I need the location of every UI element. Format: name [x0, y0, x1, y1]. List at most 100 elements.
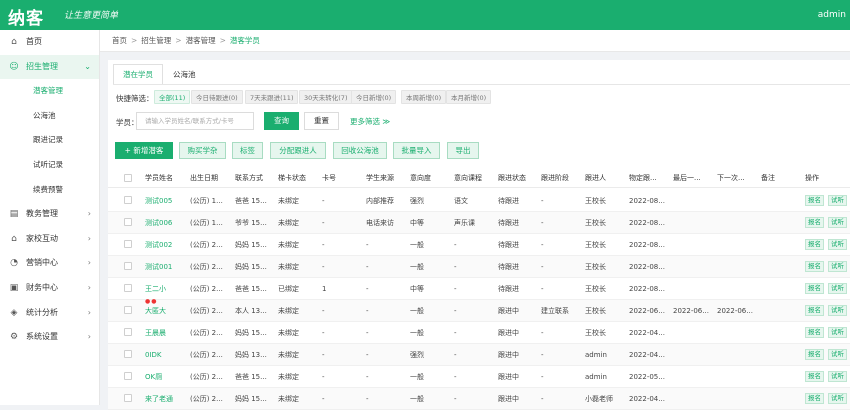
- trial-button[interactable]: 试听: [828, 349, 847, 360]
- trial-button[interactable]: 试听: [828, 217, 847, 228]
- trial-button[interactable]: 试听: [828, 305, 847, 316]
- breadcrumb-item[interactable]: 招生管理: [141, 36, 171, 45]
- select-all-checkbox[interactable]: [124, 174, 132, 182]
- action-button-2[interactable]: 标签: [232, 142, 263, 159]
- enroll-button[interactable]: 报名: [805, 349, 824, 360]
- trial-button[interactable]: 试听: [828, 327, 847, 338]
- user-menu[interactable]: admin: [818, 10, 846, 20]
- sidebar-subitem-1[interactable]: 公海池: [0, 104, 99, 129]
- action-button-6[interactable]: 导出: [447, 142, 479, 159]
- table-cell: -: [454, 351, 457, 359]
- breadcrumb-item[interactable]: 潜客管理: [186, 36, 216, 45]
- enroll-button[interactable]: 报名: [805, 261, 824, 272]
- enroll-button[interactable]: 报名: [805, 239, 824, 250]
- column-header[interactable]: 学生来源: [366, 172, 394, 184]
- action-button-3[interactable]: 分配跟进人: [270, 142, 326, 159]
- sidebar-item-label: 系统设置: [26, 332, 58, 342]
- sidebar-subitem-2[interactable]: 跟进记录: [0, 128, 99, 153]
- student-name-link[interactable]: 0IDK: [145, 349, 162, 361]
- trial-button[interactable]: 试听: [828, 393, 847, 404]
- column-header[interactable]: 出生日期: [190, 172, 218, 184]
- breadcrumb-item[interactable]: 首页: [112, 36, 127, 45]
- enroll-button[interactable]: 报名: [805, 305, 824, 316]
- column-header[interactable]: 意向度: [410, 172, 431, 184]
- sidebar-item-5[interactable]: ▣ 财务中心 ›: [0, 276, 99, 301]
- enroll-button[interactable]: 报名: [805, 393, 824, 404]
- student-name-link[interactable]: 王二小: [145, 283, 166, 295]
- sidebar-item-3[interactable]: ⌂ 家校互动 ›: [0, 227, 99, 252]
- row-checkbox[interactable]: [124, 262, 132, 270]
- table-cell: (公历) 2...: [190, 395, 223, 403]
- row-checkbox[interactable]: [124, 350, 132, 358]
- quick-filter-chip[interactable]: 今日新增(0): [351, 90, 397, 104]
- column-header[interactable]: 最后一...: [673, 172, 701, 184]
- quick-filter-chip[interactable]: 今日待跟进(0): [191, 90, 243, 104]
- sidebar-item-1[interactable]: ☺ 招生管理 ⌄: [0, 54, 99, 80]
- column-header[interactable]: 操作: [805, 172, 819, 184]
- action-button-1[interactable]: 购买学杂: [179, 142, 226, 159]
- column-header[interactable]: 物定跟...: [629, 172, 657, 184]
- row-checkbox[interactable]: [124, 284, 132, 292]
- sidebar-subitem-4[interactable]: 续费预警: [0, 178, 99, 203]
- sidebar-item-2[interactable]: ▤ 教务管理 ›: [0, 202, 99, 227]
- tab-0[interactable]: 潜在学员: [113, 64, 163, 84]
- action-button-0[interactable]: + 新增潜客: [115, 142, 173, 159]
- row-checkbox[interactable]: [124, 372, 132, 380]
- more-filters-link[interactable]: 更多筛选 ≫: [350, 116, 390, 128]
- search-input[interactable]: 请输入学员姓名/联系方式/卡号: [136, 112, 254, 130]
- student-name-link[interactable]: 测试002: [145, 239, 172, 251]
- enroll-button[interactable]: 报名: [805, 327, 824, 338]
- column-header[interactable]: 学员姓名: [145, 172, 173, 184]
- trial-button[interactable]: 试听: [828, 283, 847, 294]
- sidebar-subitem-3[interactable]: 试听记录: [0, 153, 99, 178]
- student-name-link[interactable]: 王晨晨: [145, 327, 166, 339]
- column-header[interactable]: 跟进人: [585, 172, 606, 184]
- sidebar-item-4[interactable]: ◔ 营销中心 ›: [0, 251, 99, 276]
- sidebar-subitem-0[interactable]: 潜客管理: [0, 79, 99, 104]
- enroll-button[interactable]: 报名: [805, 371, 824, 382]
- column-header[interactable]: 跟进阶段: [541, 172, 569, 184]
- tab-1[interactable]: 公海池: [163, 64, 206, 84]
- trial-button[interactable]: 试听: [828, 239, 847, 250]
- column-header[interactable]: 跟进状态: [498, 172, 526, 184]
- trial-button[interactable]: 试听: [828, 371, 847, 382]
- student-name-link[interactable]: 测试006: [145, 217, 172, 229]
- row-checkbox[interactable]: [124, 240, 132, 248]
- app-logo[interactable]: 纳客: [8, 4, 44, 29]
- student-name-link[interactable]: 大匿大: [145, 305, 166, 317]
- table-cell: -: [541, 351, 544, 359]
- student-name-link[interactable]: 测试005: [145, 195, 172, 207]
- sidebar-item-7[interactable]: ⚙ 系统设置 ›: [0, 325, 99, 350]
- quick-filter-chip[interactable]: 本月新增(0): [446, 90, 492, 104]
- enroll-button[interactable]: 报名: [805, 217, 824, 228]
- student-name-link[interactable]: 测试001: [145, 261, 172, 273]
- column-header[interactable]: 卡号: [322, 172, 336, 184]
- reset-button[interactable]: 重置: [304, 112, 339, 130]
- column-header[interactable]: 联系方式: [235, 172, 263, 184]
- quick-filter-chip[interactable]: 30天未转化(7): [299, 90, 353, 104]
- student-name-link[interactable]: 来了老通: [145, 393, 173, 405]
- quick-filter-chip[interactable]: 本周新增(0): [401, 90, 447, 104]
- trial-button[interactable]: 试听: [828, 261, 847, 272]
- enroll-button[interactable]: 报名: [805, 283, 824, 294]
- row-checkbox[interactable]: [124, 328, 132, 336]
- column-header[interactable]: 备注: [761, 172, 775, 184]
- enroll-button[interactable]: 报名: [805, 195, 824, 206]
- quick-filter-chip[interactable]: 全部(11): [154, 90, 191, 104]
- column-header[interactable]: 梯卡状态: [278, 172, 306, 184]
- trial-button[interactable]: 试听: [828, 195, 847, 206]
- row-checkbox[interactable]: [124, 306, 132, 314]
- column-header[interactable]: 意向课程: [454, 172, 482, 184]
- row-checkbox[interactable]: [124, 196, 132, 204]
- sidebar-item-0[interactable]: ⌂ 首页: [0, 30, 99, 55]
- action-button-5[interactable]: 批量导入: [393, 142, 440, 159]
- student-name-link[interactable]: OK厕: [145, 371, 162, 383]
- row-checkbox[interactable]: [124, 218, 132, 226]
- row-checkbox[interactable]: [124, 394, 132, 402]
- column-header[interactable]: 下一次...: [717, 172, 745, 184]
- query-button[interactable]: 查询: [264, 112, 299, 130]
- action-button-4[interactable]: 回收公海池: [333, 142, 387, 159]
- quick-filter-chip[interactable]: 7天未跟进(11): [245, 90, 299, 104]
- table-cell: 爸爸 15...: [235, 285, 267, 293]
- sidebar-item-6[interactable]: ◈ 统计分析 ›: [0, 301, 99, 326]
